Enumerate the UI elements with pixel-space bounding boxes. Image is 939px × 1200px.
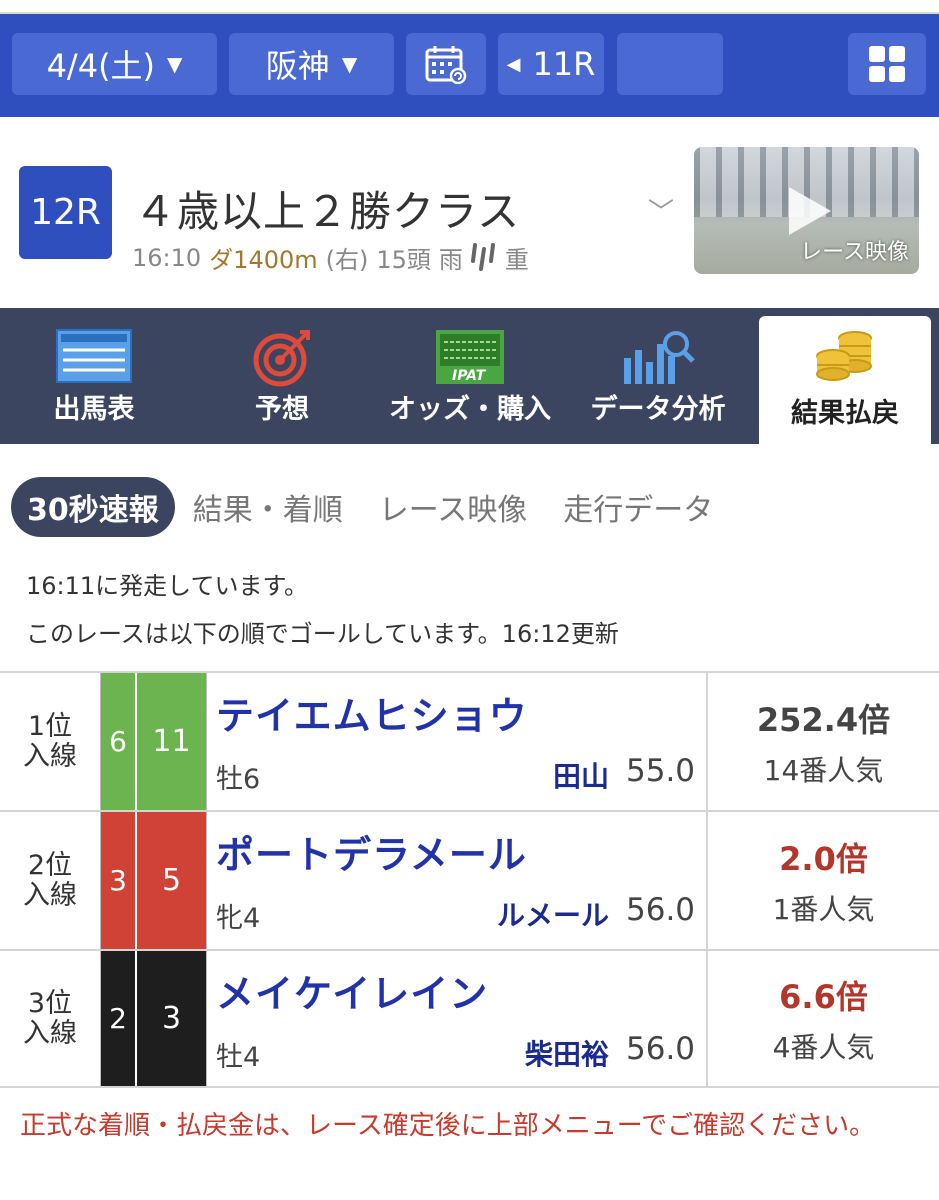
goal-order-text: このレースは以下の順でゴールしています。16:12更新: [26, 620, 619, 648]
results-table: 1位 入線 6 11 テイエムヒショウ 牡6 田山 55.0 252.4倍 14…: [0, 671, 939, 1088]
nav-label: 出馬表: [53, 394, 135, 425]
horse-name[interactable]: テイエムヒショウ: [216, 685, 528, 740]
next-race-button[interactable]: [617, 33, 723, 95]
ipat-icon: IPAT: [436, 330, 504, 384]
analysis-icon: [624, 331, 695, 384]
tab-running-data[interactable]: 走行データ: [563, 485, 713, 529]
chevron-down-icon[interactable]: ﹀: [648, 192, 674, 229]
race-time: 16:10: [132, 243, 202, 272]
carried-weight: 56.0: [626, 1031, 696, 1067]
jockey-name[interactable]: 柴田裕: [525, 1033, 609, 1073]
odds-cell: 6.6倍 4番人気: [706, 951, 939, 1086]
nav-label: 予想: [255, 394, 309, 425]
prev-race-button[interactable]: ◀ 11R: [498, 33, 604, 95]
horse-number: 3: [137, 951, 207, 1086]
finish-rank: 1位 入線: [0, 673, 100, 810]
gate-number: 6: [100, 673, 136, 810]
rank-label: 2位: [27, 849, 73, 881]
odds-value: 6.6倍: [779, 977, 868, 1016]
grid-icon: [869, 46, 905, 82]
gate-number: 3: [100, 812, 136, 949]
popularity: 14番人気: [763, 753, 884, 787]
race-number-badge: 12R: [19, 166, 112, 259]
official-result-notice: 正式な着順・払戻金は、レース確定後に上部メニューでご確認ください。: [20, 1111, 876, 1141]
caret-down-icon: ▼: [341, 52, 358, 76]
nav-label: 結果払戻: [791, 398, 899, 429]
odds-value: 252.4倍: [756, 700, 891, 739]
track-condition: 重: [504, 246, 529, 274]
race-video-thumbnail[interactable]: レース映像: [694, 147, 919, 274]
horse-name[interactable]: ポートデラメール: [216, 824, 527, 879]
rank-label: 3位: [27, 987, 73, 1019]
odds-cell: 2.0倍 1番人気: [706, 812, 939, 949]
date-selector[interactable]: 4/4(土) ▼: [12, 33, 217, 95]
result-subtabs: 30秒速報 結果・着順 レース映像 走行データ: [11, 477, 749, 537]
date-label: 4/4(土): [46, 47, 156, 85]
nav-prediction[interactable]: 予想: [188, 308, 376, 444]
svg-text:IPAT: IPAT: [452, 368, 487, 384]
nav-results-payout[interactable]: 結果払戻: [759, 316, 931, 444]
nav-entry-list[interactable]: 出馬表: [0, 308, 188, 444]
coins-icon: [816, 331, 872, 381]
nav-odds-purchase[interactable]: IPAT オッズ・購入: [376, 308, 564, 444]
caret-left-icon: ◀: [506, 53, 521, 75]
menu-grid-button[interactable]: [848, 33, 926, 95]
horse-number: 5: [137, 812, 207, 949]
rank-sub-label: 入線: [23, 740, 77, 772]
race-title: ４歳以上２勝クラス: [134, 187, 521, 236]
popularity: 1番人気: [772, 892, 875, 926]
odds-value: 2.0倍: [779, 839, 868, 878]
jockey-name[interactable]: ルメール: [497, 894, 609, 934]
table-row[interactable]: 1位 入線 6 11 テイエムヒショウ 牡6 田山 55.0 252.4倍 14…: [0, 671, 939, 810]
target-icon: [253, 330, 310, 387]
horse-number: 11: [137, 673, 207, 810]
horse-name[interactable]: メイケイレイン: [216, 963, 488, 1018]
race-distance: ダ1400m: [209, 246, 318, 274]
sex-age: 牝4: [216, 903, 261, 934]
rain-icon: [470, 242, 495, 271]
finish-rank: 2位 入線: [0, 812, 100, 949]
tab-30sec-report[interactable]: 30秒速報: [11, 477, 175, 537]
gate-number: 2: [100, 951, 136, 1086]
race-runners: 15頭: [376, 246, 431, 274]
carried-weight: 55.0: [626, 753, 696, 789]
sex-age: 牡4: [216, 1042, 261, 1073]
prev-race-label: 11R: [532, 45, 596, 83]
jockey-name[interactable]: 田山: [553, 755, 609, 795]
caret-down-icon: ▼: [167, 52, 183, 76]
table-row[interactable]: 3位 入線 2 3 メイケイレイン 牡4 柴田裕 56.0 6.6倍 4番人気: [0, 949, 939, 1088]
carried-weight: 56.0: [626, 892, 696, 928]
venue-label: 阪神: [265, 47, 330, 85]
odds-cell: 252.4倍 14番人気: [706, 673, 939, 810]
play-icon: [789, 187, 831, 235]
video-label: レース映像: [800, 240, 909, 265]
race-weather: 雨: [438, 246, 463, 274]
nav-data-analysis[interactable]: データ分析: [564, 308, 752, 444]
tab-race-video[interactable]: レース映像: [379, 485, 528, 529]
venue-selector[interactable]: 阪神 ▼: [229, 33, 394, 95]
rank-sub-label: 入線: [23, 879, 77, 911]
popularity: 4番人気: [772, 1030, 875, 1064]
rank-sub-label: 入線: [23, 1017, 77, 1049]
section-nav: 出馬表 予想 IPAT オッズ・購入 データ分析 結果払戻: [0, 308, 939, 444]
calendar-button[interactable]: [406, 33, 486, 95]
finish-rank: 3位 入線: [0, 951, 100, 1086]
entry-list-icon: [56, 329, 132, 383]
race-meta: 16:10 ダ1400m (右) 15頭 雨 重: [132, 240, 529, 275]
nav-label: オッズ・購入: [389, 394, 551, 425]
tab-result-order[interactable]: 結果・着順: [193, 485, 343, 529]
sex-age: 牡6: [216, 764, 261, 795]
nav-label: データ分析: [590, 394, 726, 425]
start-time-text: 16:11に発走しています。: [26, 572, 309, 600]
race-direction: (右): [325, 246, 369, 274]
calendar-icon: [425, 46, 467, 84]
rank-label: 1位: [27, 710, 73, 742]
table-row[interactable]: 2位 入線 3 5 ポートデラメール 牝4 ルメール 56.0 2.0倍 1番人…: [0, 810, 939, 949]
top-bar: 4/4(土) ▼ 阪神 ▼ ◀ 11R: [0, 14, 939, 117]
